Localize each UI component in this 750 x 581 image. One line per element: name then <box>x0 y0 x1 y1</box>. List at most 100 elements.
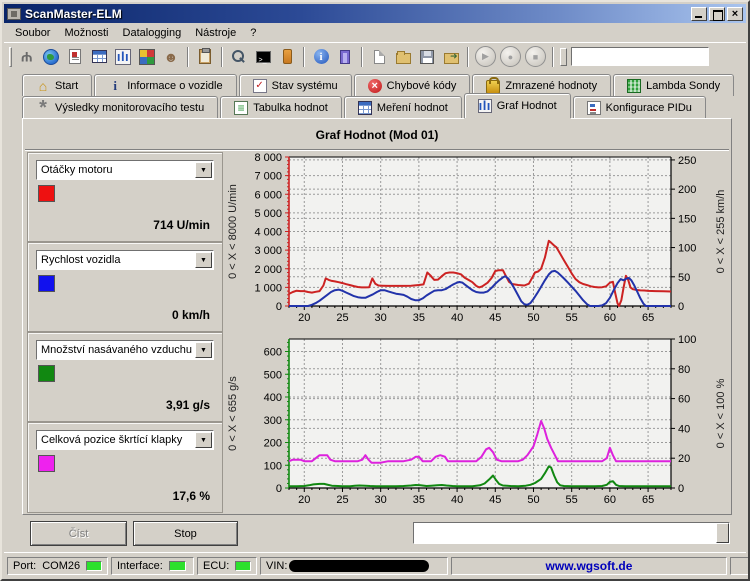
table-view-button[interactable] <box>87 45 111 69</box>
terminal-button[interactable] <box>251 45 275 69</box>
svg-text:400: 400 <box>264 392 282 404</box>
svg-text:20: 20 <box>298 494 310 506</box>
file-save-button[interactable] <box>415 45 439 69</box>
series-color-swatch <box>38 185 55 202</box>
tab-me-en-hodnot[interactable]: Meření hodnot <box>344 96 462 118</box>
monitor-test-icon <box>36 101 50 115</box>
svg-text:5 000: 5 000 <box>254 208 282 220</box>
chart-view-button[interactable] <box>111 45 135 69</box>
record-button[interactable]: ● <box>500 46 521 67</box>
pid-select[interactable]: Celková pozice škrtící klapky▼ <box>36 430 214 450</box>
system-status-icon <box>253 79 267 93</box>
minimize-button[interactable] <box>691 7 707 21</box>
toolbar-slider[interactable] <box>560 48 567 66</box>
svg-text:60: 60 <box>678 394 690 406</box>
tab-tabulka-hodnot[interactable]: Tabulka hodnot <box>220 96 342 118</box>
svg-text:200: 200 <box>264 438 282 450</box>
title-bar: ScanMaster-ELM × <box>4 4 746 23</box>
port-label: Port: <box>13 560 36 572</box>
close-button[interactable]: × <box>727 7 743 21</box>
toolbar: ▶●■ <box>4 42 746 70</box>
svg-text:45: 45 <box>489 312 501 324</box>
stop-button[interactable]: Stop <box>133 521 238 546</box>
tab-start[interactable]: Start <box>22 74 92 96</box>
ecu-label: ECU: <box>203 560 229 572</box>
tab-v-sledky-monitorovac-ho-testu[interactable]: Výsledky monitorovacího testu <box>22 96 218 118</box>
exit-button[interactable] <box>333 45 357 69</box>
tab-lambda-sondy[interactable]: Lambda Sondy <box>613 74 734 96</box>
tab-chybov-k-dy[interactable]: Chybové kódy <box>354 74 471 96</box>
tab-konfigurace-pidu[interactable]: Konfigurace PIDu <box>573 96 706 118</box>
svg-text:150: 150 <box>678 213 696 225</box>
play-button[interactable]: ▶ <box>475 46 496 67</box>
svg-text:55: 55 <box>566 494 578 506</box>
clipboard-button[interactable] <box>193 45 217 69</box>
tab-stav-syst-mu[interactable]: Stav systému <box>239 74 352 96</box>
app-window: ScanMaster-ELM × SouborMožnostiDataloggi… <box>0 0 750 581</box>
svg-text:65: 65 <box>642 312 654 324</box>
status-ecu: ECU: <box>197 557 257 575</box>
menu-[interactable]: ? <box>243 25 263 41</box>
tab-label: Lambda Sondy <box>646 80 720 92</box>
tab-label: Meření hodnot <box>377 102 448 114</box>
svg-text:60: 60 <box>604 494 616 506</box>
image-viewer-button[interactable] <box>135 45 159 69</box>
search-button[interactable] <box>227 45 251 69</box>
tab-label: Konfigurace PIDu <box>606 102 692 114</box>
series-color-swatch <box>38 365 55 382</box>
svg-text:55: 55 <box>566 312 578 324</box>
chevron-down-icon[interactable]: ▼ <box>195 342 212 358</box>
menu-n-stroje[interactable]: Nástroje <box>188 25 243 41</box>
right-axis-label: 0 < X < 100 % <box>715 378 727 448</box>
file-open-button[interactable] <box>391 45 415 69</box>
pid-select[interactable]: Množství nasávaného vzduchu▼ <box>36 340 214 360</box>
pid-select-value: Otáčky motoru <box>37 164 195 176</box>
tab-label: Tabulka hodnot <box>253 102 328 114</box>
device-button[interactable] <box>275 45 299 69</box>
chevron-down-icon[interactable]: ▼ <box>195 162 212 178</box>
chevron-down-icon[interactable]: ▼ <box>195 252 212 268</box>
pid-select[interactable]: Rychlost vozidla▼ <box>36 250 214 270</box>
user-button[interactable] <box>159 45 183 69</box>
pid-select[interactable]: Otáčky motoru▼ <box>36 160 214 180</box>
svg-text:60: 60 <box>604 312 616 324</box>
graph-tab-icon <box>478 99 492 113</box>
toolbar-separator <box>303 47 305 67</box>
chart-top: 01 0002 0003 0004 0005 0006 0007 0008 00… <box>225 150 731 332</box>
info-button[interactable] <box>309 45 333 69</box>
window-title: ScanMaster-ELM <box>25 7 689 21</box>
chevron-down-icon[interactable]: ▼ <box>195 432 212 448</box>
file-new-button[interactable] <box>367 45 391 69</box>
tab-label: Chybové kódy <box>387 80 457 92</box>
connect-icon <box>19 49 35 65</box>
website-link[interactable]: www.wgsoft.de <box>546 559 633 573</box>
line-chart: 01 0002 0003 0004 0005 0006 0007 0008 00… <box>225 150 731 332</box>
toolbar-input[interactable] <box>571 47 709 66</box>
svg-text:100: 100 <box>264 460 282 472</box>
svg-text:1 000: 1 000 <box>254 282 282 294</box>
stop-media-button[interactable]: ■ <box>525 46 546 67</box>
menu-datalogging[interactable]: Datalogging <box>116 25 189 41</box>
maximize-button[interactable] <box>709 7 725 21</box>
tab-label: Výsledky monitorovacího testu <box>55 102 204 114</box>
tab-informace-o-vozidle[interactable]: Informace o vozidle <box>94 74 236 96</box>
menu-mo-nosti[interactable]: Možnosti <box>57 25 115 41</box>
svg-text:8 000: 8 000 <box>254 152 282 164</box>
globe-button[interactable] <box>39 45 63 69</box>
svg-text:25: 25 <box>336 312 348 324</box>
menu-bar: SouborMožnostiDataloggingNástroje? <box>4 23 746 42</box>
status-grip <box>730 557 750 575</box>
connect-button[interactable] <box>15 45 39 69</box>
read-button[interactable]: Číst <box>30 521 127 546</box>
tab-graf-hodnot[interactable]: Graf Hodnot <box>464 93 571 118</box>
progress-bar[interactable] <box>413 522 730 544</box>
progress-thumb[interactable] <box>716 523 729 543</box>
vin-redacted-value <box>289 560 429 572</box>
svg-text:0: 0 <box>276 483 282 495</box>
vehicle-report-button[interactable] <box>63 45 87 69</box>
svg-text:40: 40 <box>451 312 463 324</box>
menu-soubor[interactable]: Soubor <box>8 25 57 41</box>
svg-text:35: 35 <box>413 312 425 324</box>
svg-text:50: 50 <box>527 312 539 324</box>
file-export-button[interactable] <box>439 45 463 69</box>
